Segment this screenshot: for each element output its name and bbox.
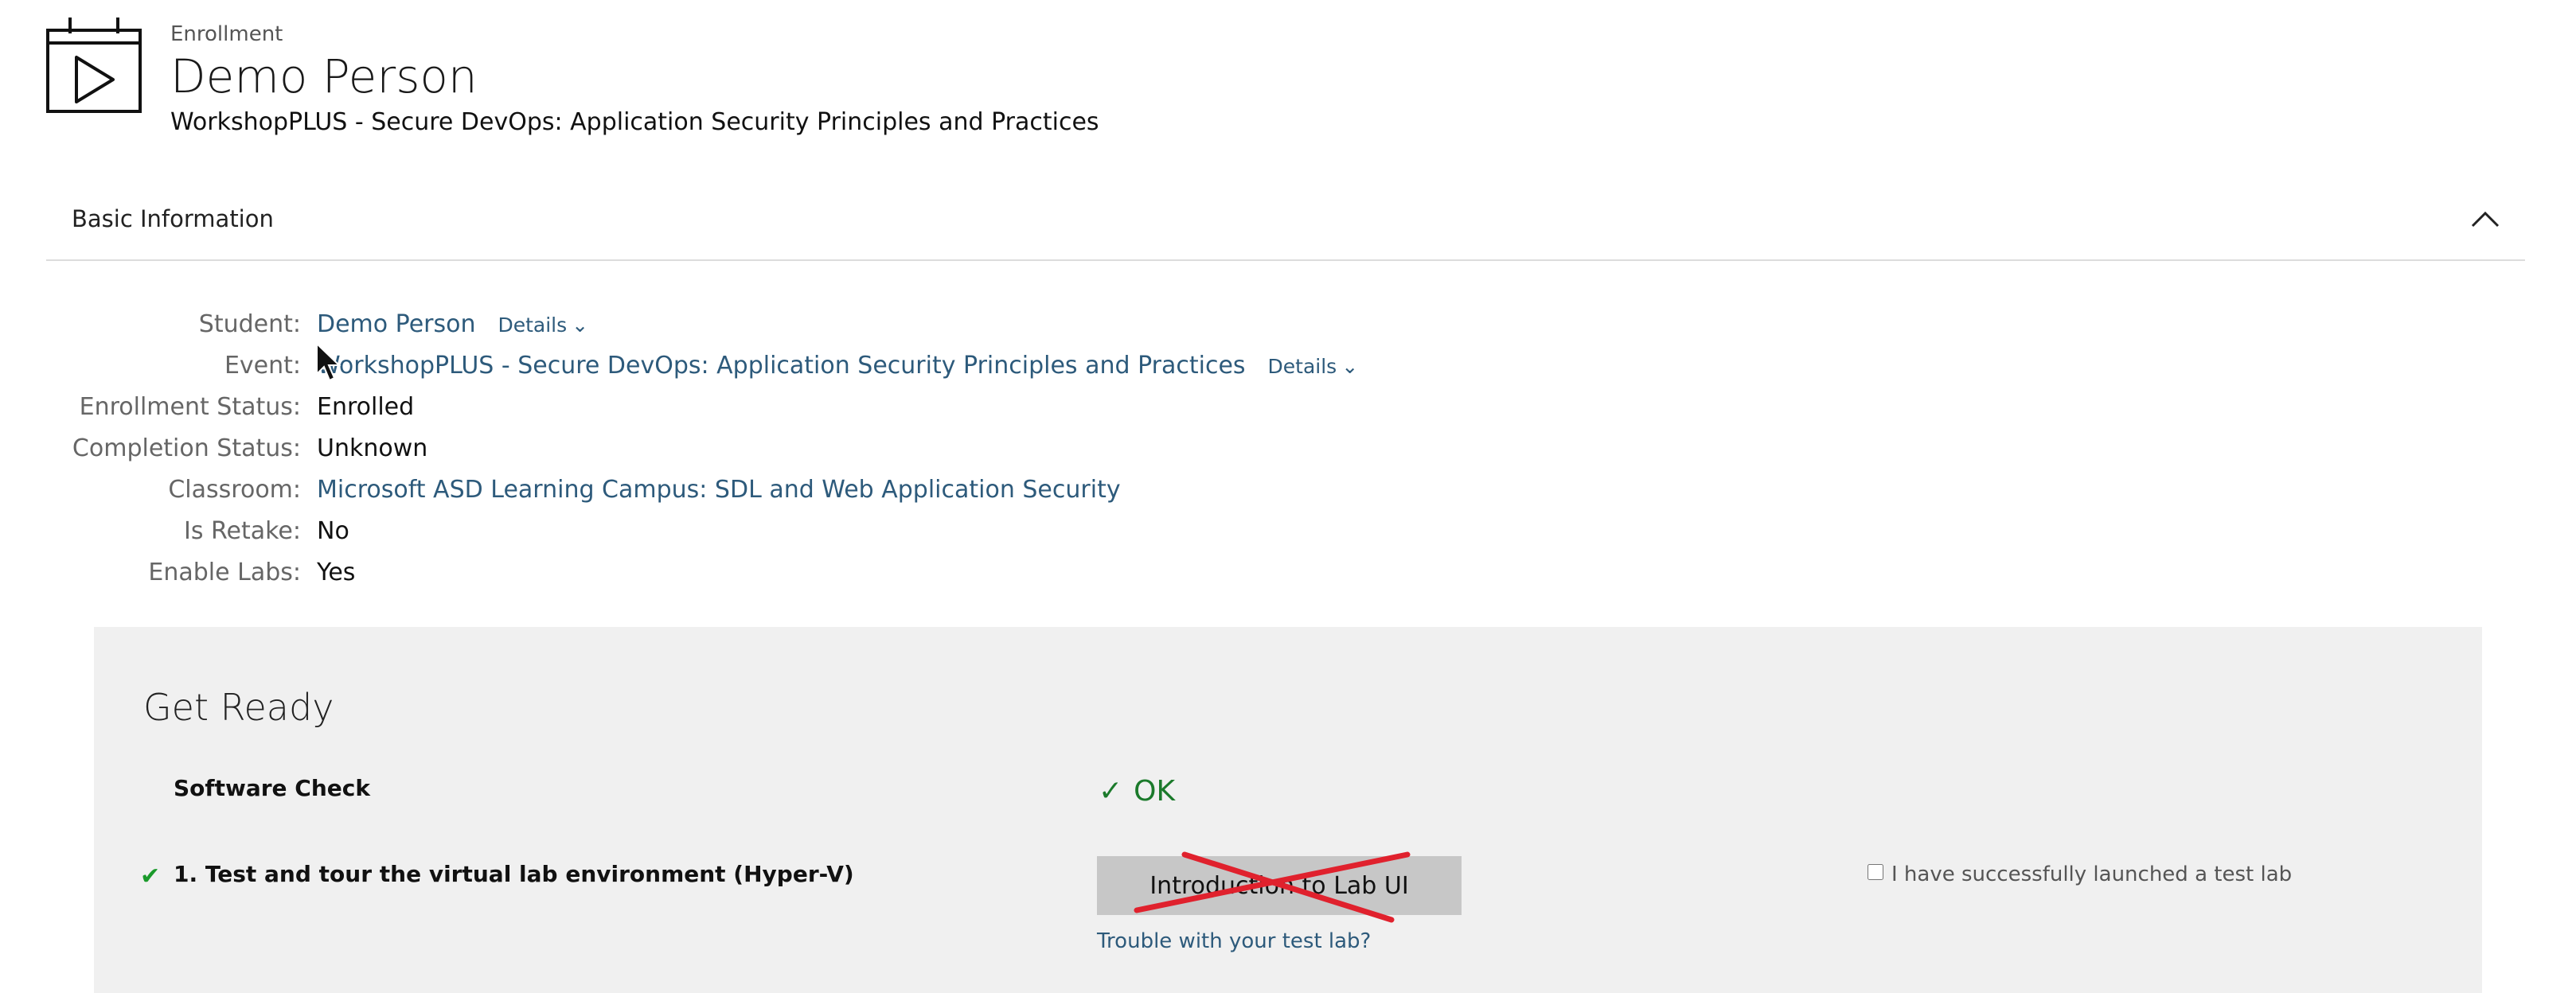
enrollment-status-value: Enrolled: [317, 393, 415, 421]
enrollment-play-icon: [46, 18, 142, 113]
chevron-up-icon[interactable]: [2469, 207, 2501, 231]
page-title: Demo Person: [170, 49, 478, 103]
field-label: Is Retake:: [184, 517, 301, 545]
student-link[interactable]: Demo Person: [317, 310, 475, 338]
page-subtitle: WorkshopPLUS - Secure DevOps: Applicatio…: [170, 108, 1099, 136]
section-title: Basic Information: [72, 205, 274, 232]
software-check-label: Software Check: [174, 775, 370, 801]
get-ready-title: Get Ready: [143, 686, 334, 729]
completed-check-icon: ✔: [140, 863, 161, 890]
chevron-down-icon: ⌄: [1341, 355, 1359, 378]
field-label: Event:: [224, 352, 301, 380]
checkmark-icon: ✓: [1099, 775, 1123, 808]
launched-test-lab-checkbox[interactable]: [1868, 864, 1883, 880]
classroom-link[interactable]: Microsoft ASD Learning Campus: SDL and W…: [317, 476, 1121, 504]
field-label: Enable Labs:: [148, 559, 301, 586]
field-label: Student:: [198, 310, 301, 338]
status-text: OK: [1134, 775, 1176, 808]
details-label: Details: [1267, 355, 1337, 378]
basic-info-header[interactable]: Basic Information: [46, 183, 2525, 261]
is-retake-value: No: [317, 517, 349, 545]
enable-labs-value: Yes: [317, 559, 356, 586]
launched-test-lab-label[interactable]: I have successfully launched a test lab: [1891, 863, 2292, 886]
page-eyebrow: Enrollment: [170, 22, 283, 46]
student-details-toggle[interactable]: Details ⌄: [498, 313, 588, 337]
get-ready-panel: Get Ready Software Check ✓ OK ✔ 1. Test a…: [94, 627, 2482, 993]
chevron-down-icon: ⌄: [572, 313, 589, 337]
field-label: Classroom:: [168, 476, 301, 504]
intro-lab-ui-button[interactable]: Introduction to Lab UI: [1097, 856, 1462, 915]
software-check-status: ✓ OK: [1099, 775, 1175, 808]
lab-task-label: 1. Test and tour the virtual lab environ…: [174, 861, 854, 887]
field-label: Enrollment Status:: [79, 393, 301, 421]
completion-status-value: Unknown: [317, 434, 428, 462]
details-label: Details: [498, 313, 568, 337]
event-link[interactable]: WorkshopPLUS - Secure DevOps: Applicatio…: [317, 352, 1246, 380]
trouble-test-lab-link[interactable]: Trouble with your test lab?: [1097, 929, 1371, 953]
field-label: Completion Status:: [72, 434, 301, 462]
event-details-toggle[interactable]: Details ⌄: [1268, 355, 1359, 378]
